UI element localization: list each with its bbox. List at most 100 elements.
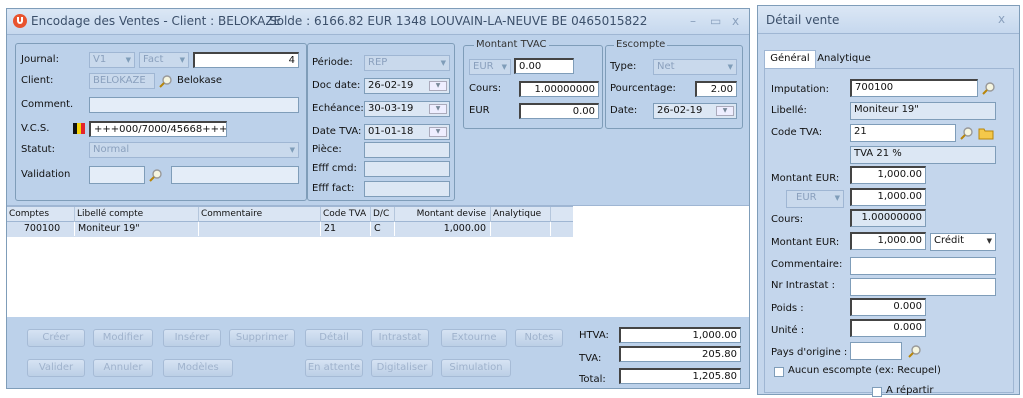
montant-devise-input[interactable]: 1,000.00 xyxy=(850,188,926,206)
client-label: Client: xyxy=(21,75,54,86)
date-tva-input[interactable]: 01-01-18 ▼ xyxy=(364,124,450,140)
periode-label: Période: xyxy=(312,57,353,68)
detail-close-button[interactable]: x xyxy=(998,6,1005,32)
htva-value: 1,000.00 xyxy=(619,327,741,343)
journal-label: Journal: xyxy=(21,54,59,65)
grid-header: Comptes Libellé compte Commentaire Code … xyxy=(7,206,573,222)
doc-date-input[interactable]: 26-02-19 ▼ xyxy=(364,78,450,94)
col-code-tva[interactable]: Code TVA xyxy=(321,207,371,222)
intrastat-button[interactable]: Intrastat xyxy=(371,329,429,347)
piece-input[interactable] xyxy=(364,142,450,158)
simulation-button[interactable]: Simulation xyxy=(441,359,511,377)
libelle-label: Libellé: xyxy=(771,105,807,116)
folder-icon[interactable] xyxy=(978,126,994,140)
pourcentage-input[interactable]: 2.00 xyxy=(695,81,737,97)
statut-select[interactable]: Normal ▼ xyxy=(89,142,299,158)
code-tva-input[interactable]: 21 xyxy=(850,124,956,142)
notes-button[interactable]: Notes xyxy=(515,329,563,347)
montant-eur2-input[interactable]: 1,000.00 xyxy=(850,232,926,250)
comment-input[interactable] xyxy=(89,97,299,113)
commentaire-input[interactable] xyxy=(850,257,996,275)
libelle-input[interactable]: Moniteur 19" xyxy=(850,102,996,120)
echeance-input[interactable]: 30-03-19 ▼ xyxy=(364,101,450,117)
detail-button[interactable]: Détail xyxy=(305,329,363,347)
imputation-input[interactable]: 700100 xyxy=(850,79,978,97)
belgium-flag-icon xyxy=(73,123,85,134)
col-montant-devise[interactable]: Montant devise xyxy=(395,207,491,222)
poids-label: Poids : xyxy=(771,303,804,314)
tvac-cours-label: Cours: xyxy=(469,83,502,94)
montant-tvac-legend: Montant TVAC xyxy=(474,39,549,51)
escompte-checkbox-label: Aucun escompte (ex: Recupel) xyxy=(788,365,941,376)
maximize-button[interactable]: ▭ xyxy=(710,9,721,33)
valider-button[interactable]: Valider xyxy=(27,359,85,377)
effi-cmd-input[interactable] xyxy=(364,161,450,177)
detail-currency-select[interactable]: EUR ▼ xyxy=(786,190,844,208)
montant-eur-label: Montant EUR: xyxy=(771,173,840,184)
journal-type-select[interactable]: Fact ▼ xyxy=(139,52,189,68)
client-search-icon[interactable] xyxy=(159,74,173,88)
supprimer-button[interactable]: Supprimer xyxy=(229,329,295,347)
periode-select[interactable]: REP ▼ xyxy=(364,55,450,71)
col-libelle-compte[interactable]: Libellé compte xyxy=(75,207,199,222)
cours-label: Cours: xyxy=(771,214,804,225)
client-code-input[interactable]: BELOKAZE xyxy=(89,73,155,89)
unite-label: Unité : xyxy=(771,325,805,336)
repartir-checkbox[interactable] xyxy=(872,387,882,397)
inserer-button[interactable]: Insérer xyxy=(163,329,221,347)
validation-input-1[interactable] xyxy=(89,166,145,184)
imputation-search-icon[interactable] xyxy=(982,81,996,95)
calendar-icon[interactable]: ▼ xyxy=(429,104,447,114)
cell-libelle: Moniteur 19" xyxy=(75,222,199,236)
pays-search-icon[interactable] xyxy=(908,344,922,358)
calendar-icon[interactable]: ▼ xyxy=(429,81,447,91)
col-comptes[interactable]: Comptes xyxy=(7,207,75,222)
poids-input[interactable]: 0.000 xyxy=(850,298,926,316)
extourne-button[interactable]: Extourne xyxy=(441,329,507,347)
vcs-input[interactable]: +++000/7000/45668+++ xyxy=(89,121,227,137)
code-tva-search-icon[interactable] xyxy=(960,126,974,140)
sens-select[interactable]: Crédit ▼ xyxy=(930,233,996,251)
digitaliser-button[interactable]: Digitaliser xyxy=(371,359,433,377)
creer-button[interactable]: Créer xyxy=(27,329,85,347)
cell-analytique xyxy=(491,222,551,236)
cours-input[interactable]: 1.00000000 xyxy=(850,209,926,227)
validation-input-2[interactable] xyxy=(171,166,299,184)
close-button[interactable]: x xyxy=(732,9,739,33)
journal-code-select[interactable]: V1 ▼ xyxy=(89,52,135,68)
cell-dc: C xyxy=(371,222,395,236)
validation-search-icon[interactable] xyxy=(149,168,163,182)
tvac-eur-input[interactable]: 0.00 xyxy=(519,103,599,119)
col-commentaire[interactable]: Commentaire xyxy=(199,207,321,222)
effi-fact-input[interactable] xyxy=(364,181,450,197)
modeles-button[interactable]: Modèles xyxy=(163,359,233,377)
repartir-label: A répartir xyxy=(886,385,934,396)
tvac-amount-input[interactable]: 0.00 xyxy=(514,58,574,74)
tab-analytique[interactable]: Analytique xyxy=(816,52,872,68)
en-attente-button[interactable]: En attente xyxy=(305,359,363,377)
effi-cmd-label: Efff cmd: xyxy=(312,163,357,174)
col-analytique[interactable]: Analytique xyxy=(491,207,551,222)
intrastat-label: Nr Intrastat : xyxy=(771,280,835,291)
annuler-button[interactable]: Annuler xyxy=(93,359,153,377)
escompte-date-input[interactable]: 26-02-19 ▼ xyxy=(653,103,737,119)
tvac-cours-input[interactable]: 1.00000000 xyxy=(519,81,599,97)
escompte-checkbox[interactable] xyxy=(774,367,784,377)
modifier-button[interactable]: Modifier xyxy=(93,329,153,347)
tab-general[interactable]: Général xyxy=(764,50,816,68)
tvac-currency-select[interactable]: EUR ▼ xyxy=(469,59,511,75)
escompte-type-select[interactable]: Net ▼ xyxy=(653,59,737,75)
intrastat-input[interactable] xyxy=(850,278,996,296)
tvac-eur-label: EUR xyxy=(469,105,490,116)
calendar-icon[interactable]: ▼ xyxy=(716,106,734,116)
total-label: Total: xyxy=(579,374,606,385)
col-dc[interactable]: D/C xyxy=(371,207,395,222)
calendar-icon[interactable]: ▼ xyxy=(429,127,447,137)
montant-eur-input[interactable]: 1,000.00 xyxy=(850,166,926,184)
htva-label: HTVA: xyxy=(579,330,609,341)
table-row[interactable]: 700100 Moniteur 19" 21 C 1,000.00 xyxy=(7,222,573,237)
journal-number-input[interactable]: 4 xyxy=(193,52,299,68)
unite-input[interactable]: 0.000 xyxy=(850,319,926,337)
minimize-button[interactable]: – xyxy=(690,9,696,33)
pays-input[interactable] xyxy=(850,342,902,360)
